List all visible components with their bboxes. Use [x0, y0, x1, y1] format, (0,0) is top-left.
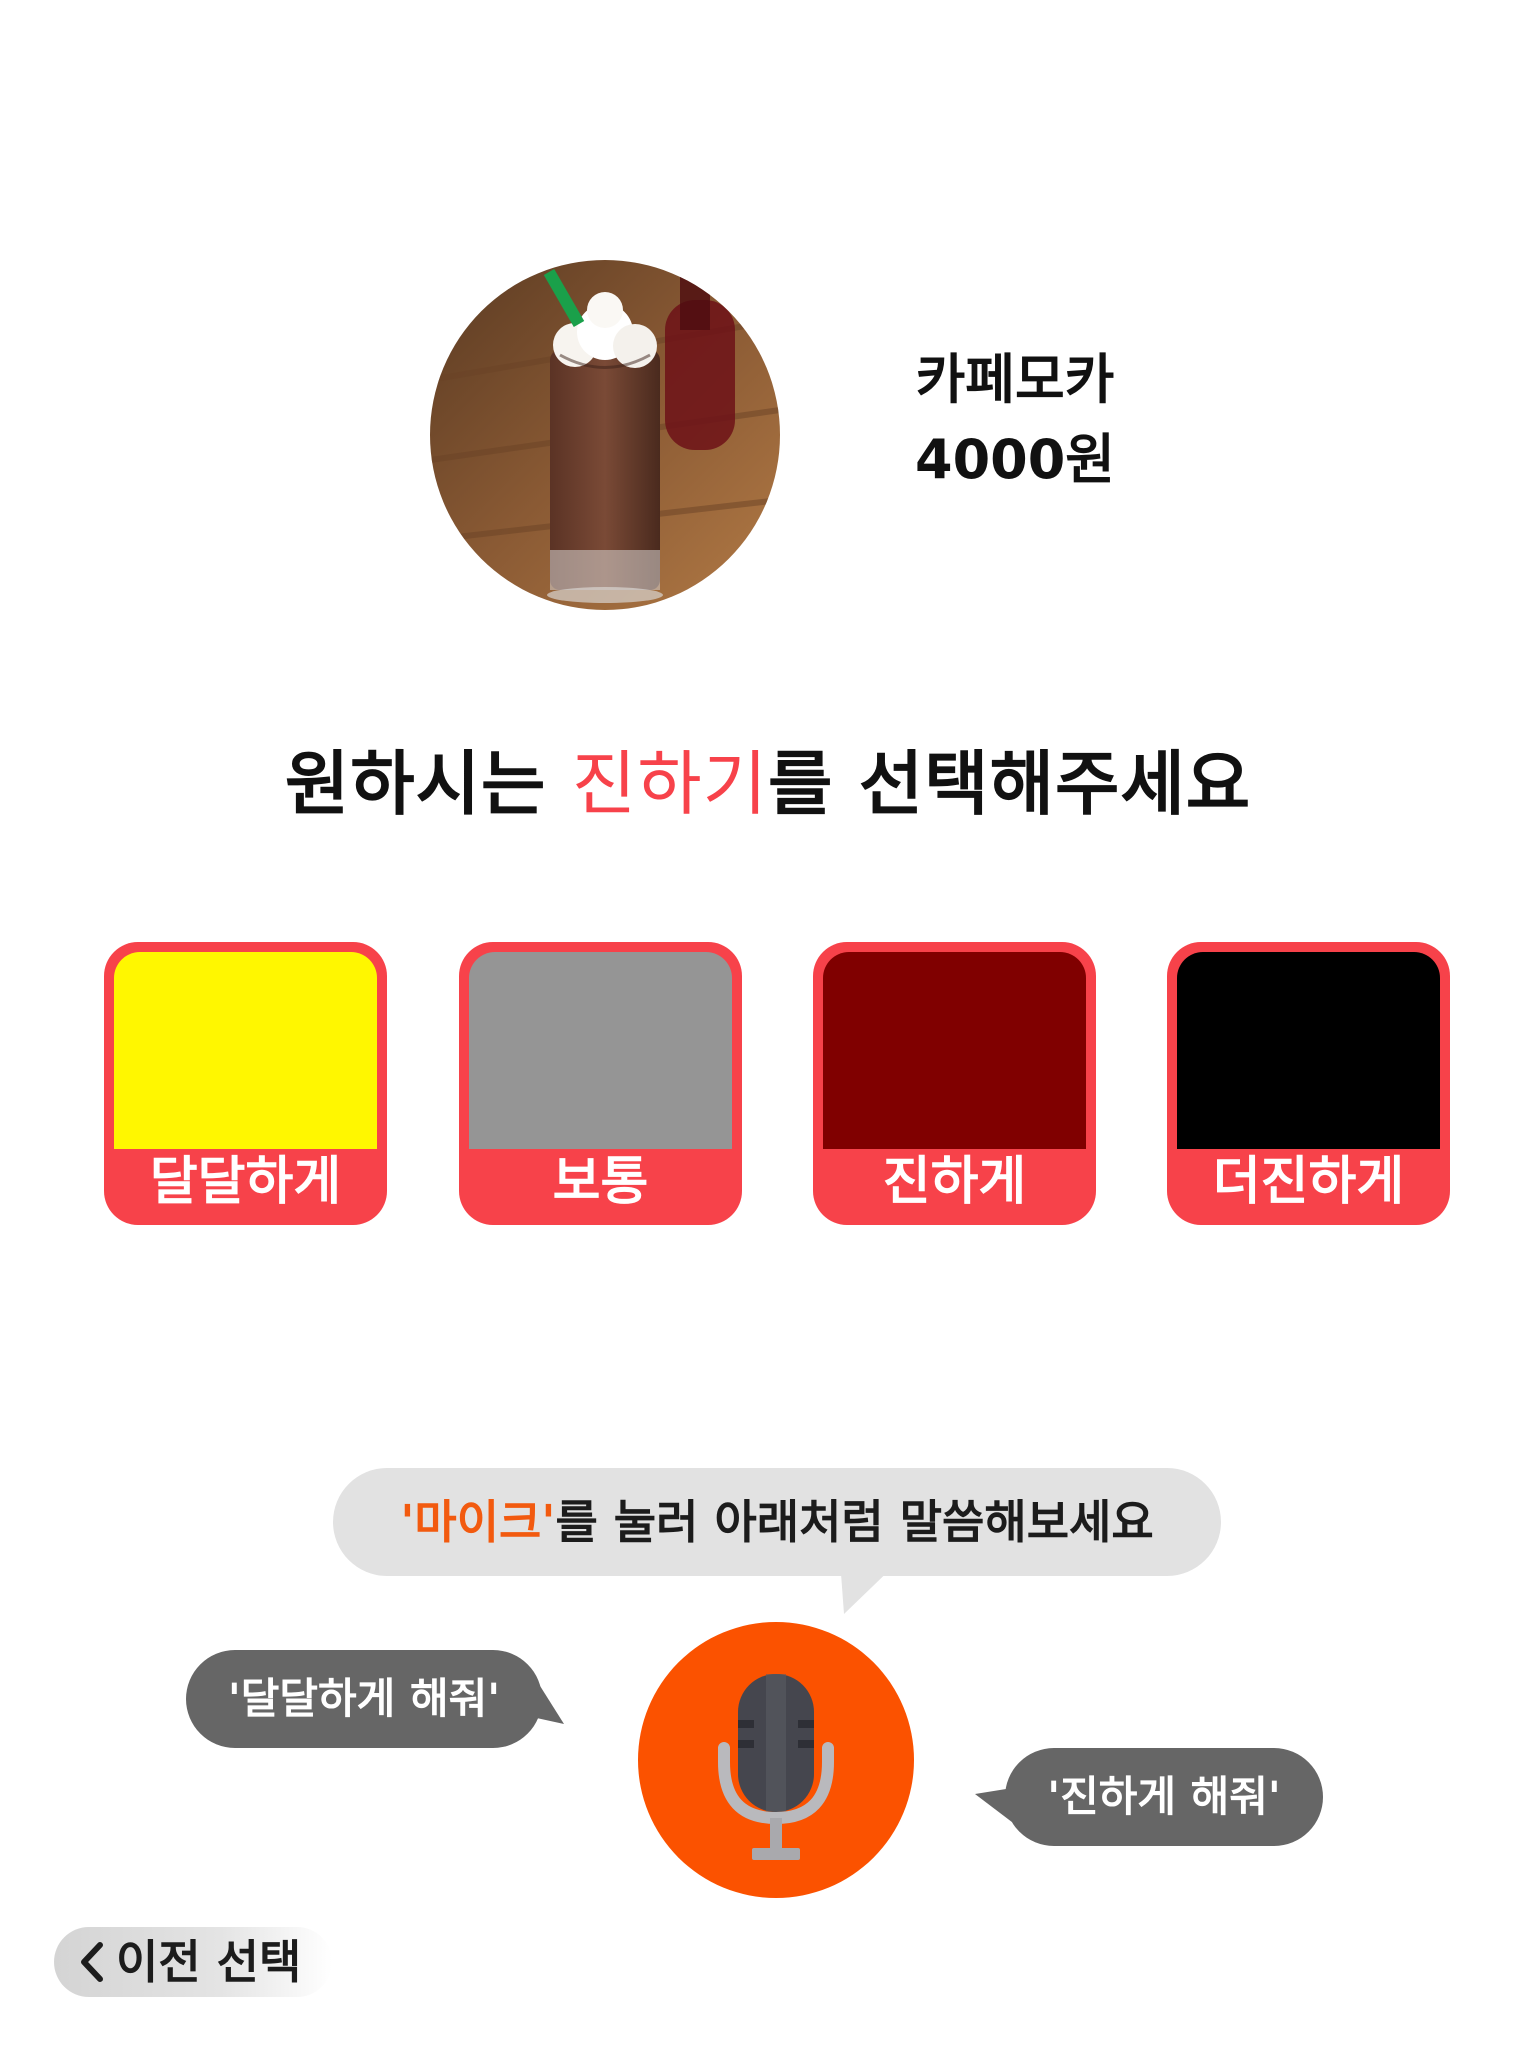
instruction-mic-word: '마이크': [400, 1495, 556, 1549]
option-label: 더진하게: [1212, 1152, 1405, 1212]
prompt-highlight: 진하기: [571, 743, 768, 825]
prompt-after: 를 선택해주세요: [768, 743, 1252, 825]
product-info: 카페모카 4000원: [850, 340, 1180, 500]
option-swatch: [114, 952, 377, 1149]
option-swatch: [823, 952, 1086, 1149]
chevron-left-icon: [81, 1942, 103, 1982]
option-normal-button[interactable]: 보통: [459, 942, 742, 1225]
microphone-icon: [718, 1674, 834, 1860]
instruction-text: 를 눌러 아래처럼 말씀해보세요: [555, 1495, 1154, 1549]
example-bubble-left: '달달하게 해줘': [186, 1650, 542, 1748]
mic-button[interactable]: [638, 1622, 914, 1898]
cafe-mocha-photo: [430, 260, 780, 610]
bubble-tail: [500, 1670, 564, 1724]
option-swatch: [1177, 952, 1440, 1149]
prompt-before: 원하시는: [284, 743, 572, 825]
voice-instruction-bubble: '마이크'를 눌러 아래처럼 말씀해보세요: [333, 1468, 1221, 1576]
product-image: [430, 260, 780, 610]
page-title: 원하시는 진하기를 선택해주세요: [0, 728, 1536, 829]
option-swatch: [469, 952, 732, 1149]
option-label: 달달하게: [149, 1152, 342, 1212]
product-price: 4000원: [915, 428, 1115, 491]
option-sweet-button[interactable]: 달달하게: [104, 942, 387, 1225]
back-button[interactable]: 이전 선택: [54, 1927, 332, 1997]
option-strong-button[interactable]: 진하게: [813, 942, 1096, 1225]
example-bubble-right: '진하게 해줘': [1005, 1748, 1323, 1846]
bubble-tail: [840, 1560, 900, 1614]
back-button-label: 이전 선택: [116, 1935, 302, 1989]
option-label: 진하게: [882, 1152, 1027, 1212]
option-extra-strong-button[interactable]: 더진하게: [1167, 942, 1450, 1225]
bubble-tail: [975, 1786, 1025, 1832]
option-label: 보통: [552, 1152, 649, 1212]
product-name: 카페모카: [915, 348, 1115, 411]
